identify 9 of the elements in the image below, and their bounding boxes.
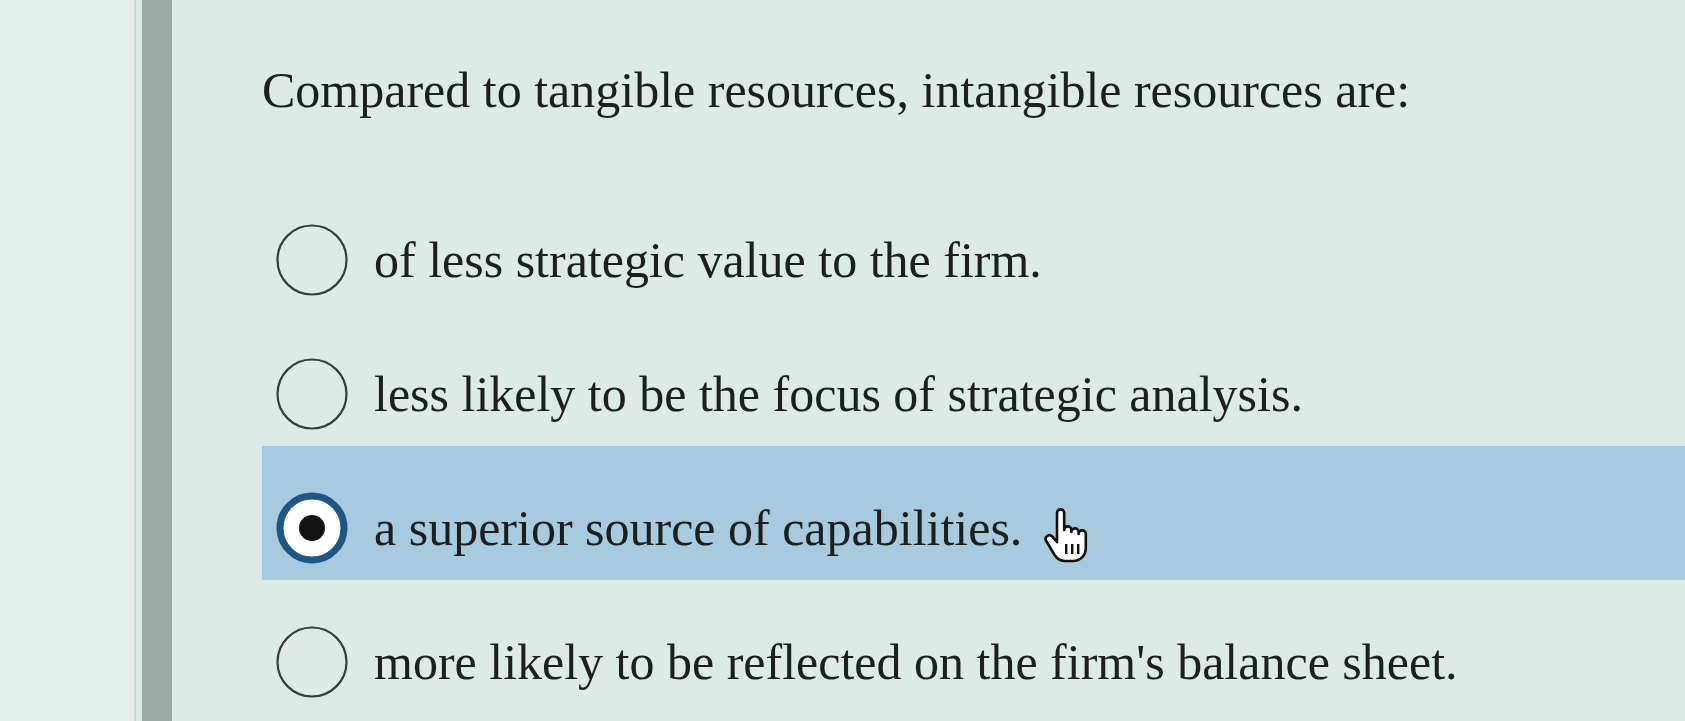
option-text[interactable]: less likely to be the focus of strategic analysis. <box>374 362 1303 426</box>
radio-button[interactable] <box>276 626 348 698</box>
radio-button[interactable] <box>276 224 348 296</box>
radio-button[interactable] <box>276 492 348 564</box>
option-text[interactable]: of less strategic value to the firm. <box>374 228 1042 292</box>
option-text[interactable]: more likely to be reflected on the firm's balance sheet. <box>374 630 1458 694</box>
radio-button[interactable] <box>276 358 348 430</box>
option-text[interactable]: a superior source of capabilities. <box>374 496 1023 560</box>
question-text: Compared to tangible resources, intangible resources are: <box>262 61 1411 120</box>
